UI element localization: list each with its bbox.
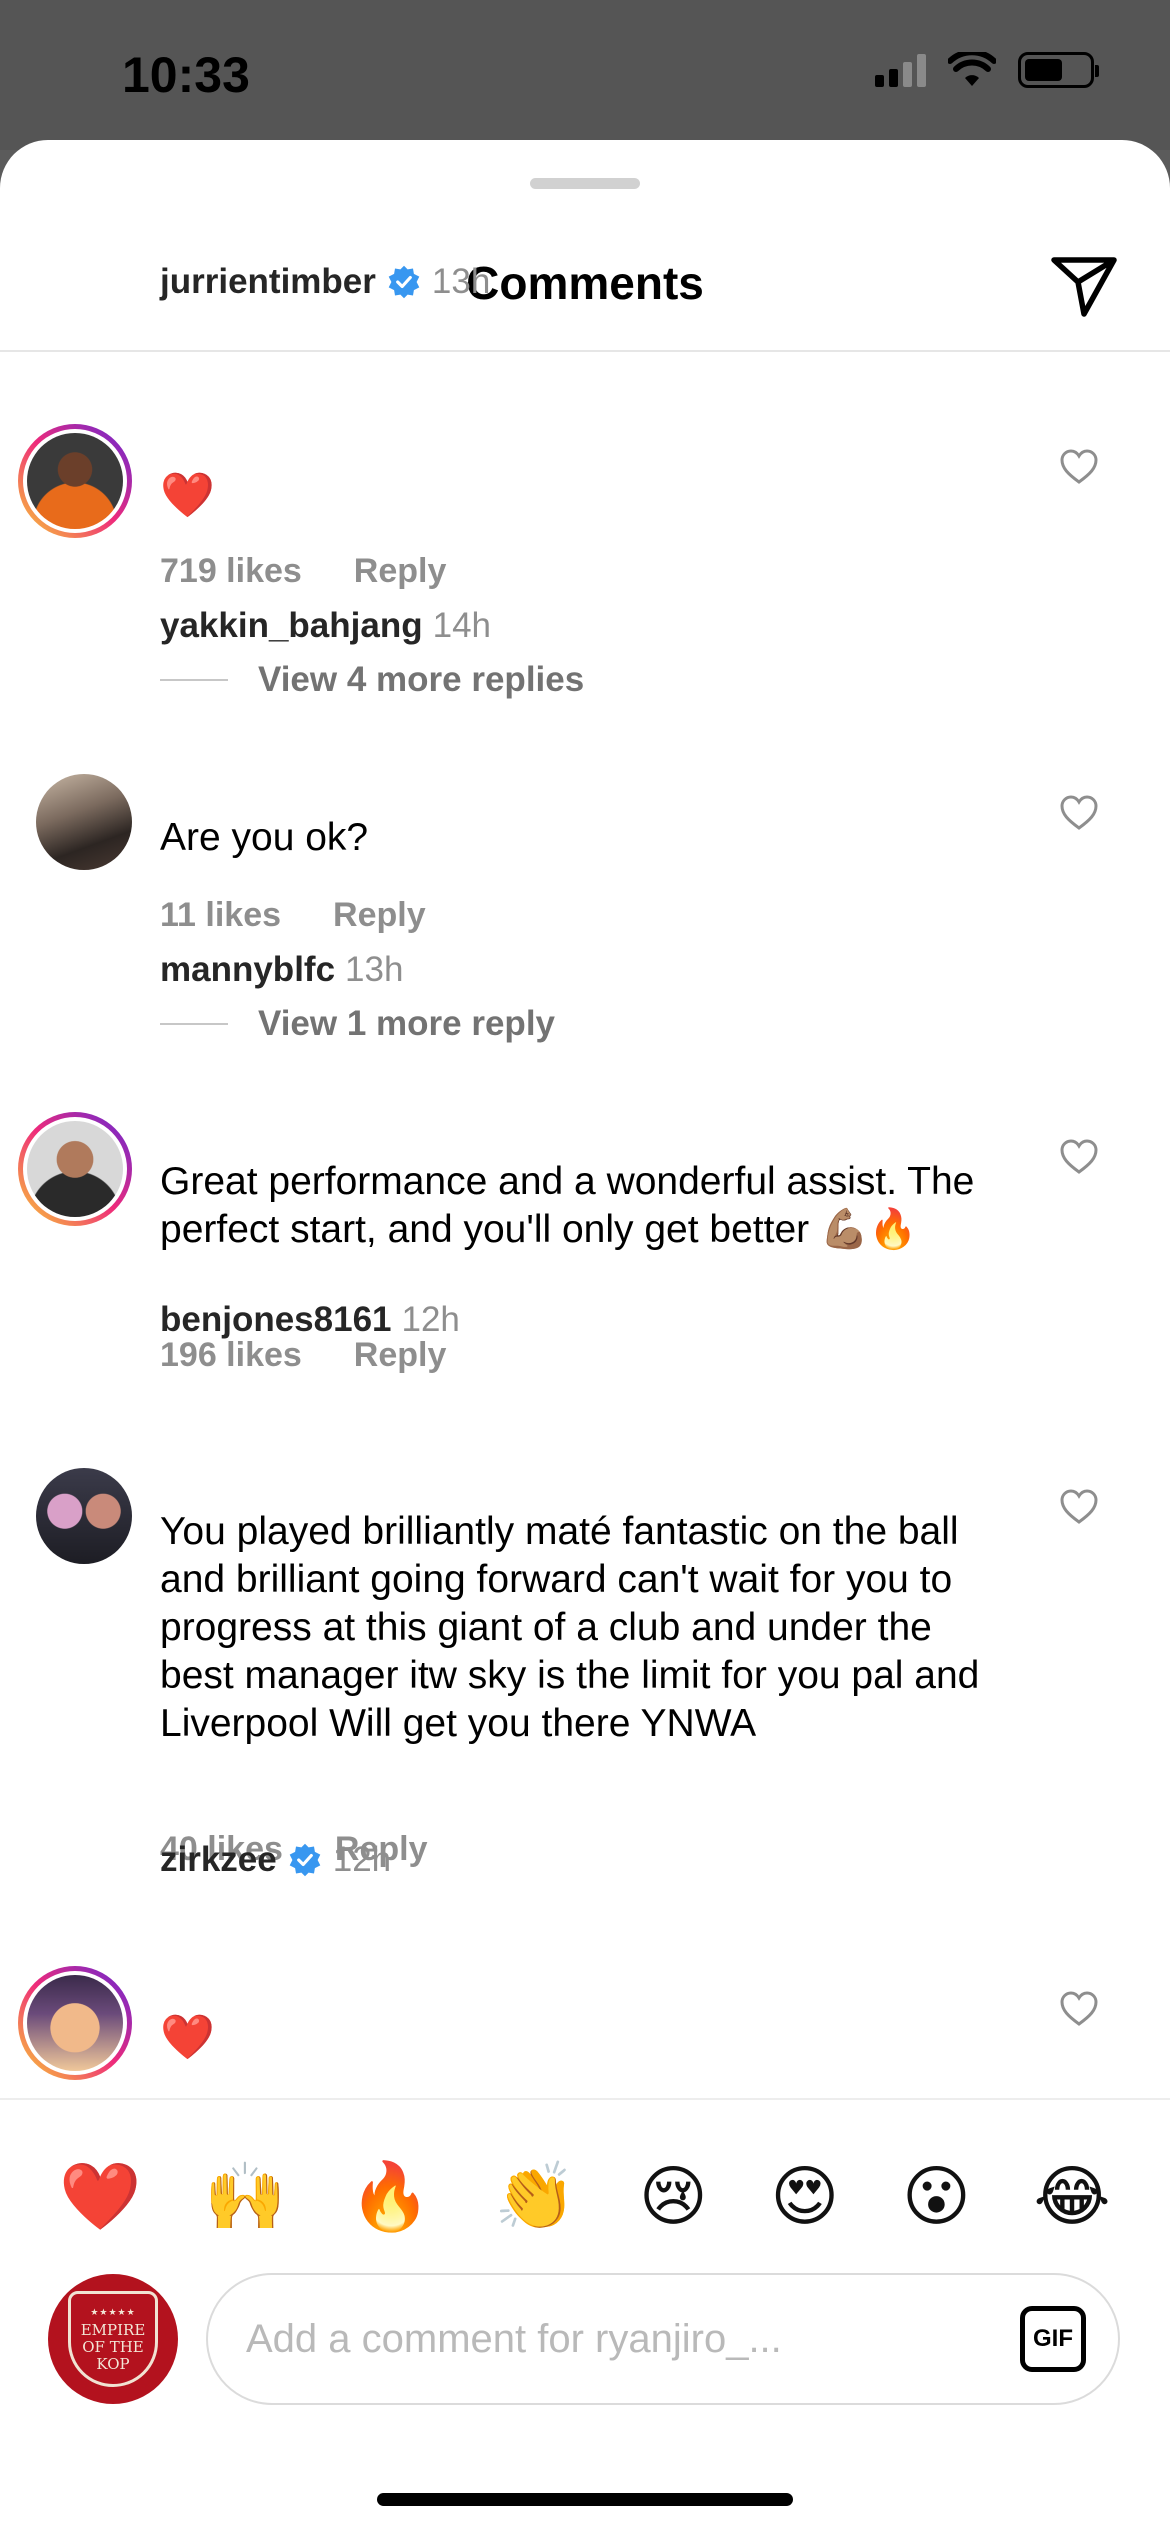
reaction-surprised[interactable]: 😮: [902, 2156, 971, 2236]
view-replies-label: View 4 more replies: [258, 660, 585, 699]
share-send-icon[interactable]: [1048, 248, 1120, 320]
comment-composer[interactable]: GIF: [206, 2273, 1120, 2405]
view-replies-button[interactable]: View 4 more replies: [160, 660, 584, 700]
reaction-divider: [0, 2098, 1170, 2100]
reaction-heart-eyes[interactable]: 😍: [770, 2156, 839, 2236]
avatar[interactable]: [18, 1966, 132, 2080]
reaction-fire[interactable]: 🔥: [349, 2156, 431, 2236]
comment-meta: 719 likes Reply: [160, 552, 446, 591]
divider-line: [160, 679, 228, 681]
avatar[interactable]: [18, 1112, 132, 1226]
comment-text: ❤️: [160, 471, 215, 520]
likes-count[interactable]: 11 likes: [160, 896, 281, 935]
cellular-signal-icon: [875, 53, 926, 87]
comment-text: Great performance and a wonderful assist…: [160, 1160, 975, 1251]
comment-input[interactable]: [246, 2316, 1020, 2362]
status-icons: [875, 52, 1099, 88]
heart-icon[interactable]: [1058, 1136, 1100, 1178]
reaction-raised-hands[interactable]: 🙌: [204, 2156, 286, 2236]
comment-time: 13h: [345, 950, 404, 989]
comment-time: 13h: [431, 262, 491, 301]
reaction-clap[interactable]: 👏: [494, 2156, 576, 2236]
username[interactable]: yakkin_bahjang: [160, 606, 423, 646]
avatar[interactable]: [18, 424, 132, 538]
reaction-crying[interactable]: 😢: [639, 2156, 708, 2236]
status-time: 10:33: [122, 47, 250, 103]
sheet-grabber[interactable]: [530, 178, 640, 189]
username[interactable]: zirkzee: [160, 1840, 277, 1880]
my-avatar[interactable]: ★★★★★ EMPIRE OF THE KOP: [48, 2274, 178, 2404]
comment-time: 12h: [401, 1300, 460, 1339]
battery-icon: [1018, 52, 1099, 88]
username[interactable]: benjones8161: [160, 1300, 392, 1340]
comment-header: benjones8161 12h: [160, 1300, 460, 1340]
comment-header: zirkzee 12h: [160, 1840, 391, 1880]
comment-header: jurrientimber 13h: [160, 262, 490, 302]
reply-button[interactable]: Reply: [354, 552, 447, 591]
home-indicator[interactable]: [377, 2493, 793, 2506]
heart-icon[interactable]: [1058, 446, 1100, 488]
likes-count[interactable]: 196 likes: [160, 1336, 302, 1375]
status-bar: 10:33: [0, 0, 1170, 150]
heart-icon[interactable]: [1058, 1988, 1100, 2030]
reaction-laughing[interactable]: 😂: [1033, 2156, 1110, 2236]
reply-button[interactable]: Reply: [354, 1336, 447, 1375]
empire-of-the-kop-logo: ★★★★★ EMPIRE OF THE KOP: [68, 2291, 158, 2387]
comment-header: mannyblfc 13h: [160, 950, 403, 990]
likes-count[interactable]: 719 likes: [160, 552, 302, 591]
comment-header: yakkin_bahjang 14h: [160, 606, 491, 646]
wifi-icon: [948, 52, 996, 86]
verified-badge-icon: [289, 1843, 321, 1877]
view-replies-button[interactable]: View 1 more reply: [160, 1004, 555, 1044]
reaction-heart[interactable]: ❤️: [59, 2156, 141, 2236]
view-replies-label: View 1 more reply: [258, 1004, 556, 1043]
divider-line: [160, 1023, 228, 1025]
comment-meta: 11 likes Reply: [160, 896, 426, 935]
avatar[interactable]: [36, 1468, 132, 1564]
comment-text: ❤️: [160, 2013, 215, 2062]
verified-badge-icon: [388, 265, 420, 299]
comment-time: 14h: [432, 606, 492, 645]
comments-sheet: Comments jurrientimber 13h ❤️ 719 likes …: [0, 140, 1170, 2532]
comment-text: Are you ok?: [160, 816, 369, 859]
quick-reactions: ❤️ 🙌 🔥 👏 😢 😍 😮 😂: [0, 2146, 1170, 2246]
avatar[interactable]: [36, 774, 132, 870]
heart-icon[interactable]: [1058, 792, 1100, 834]
username[interactable]: mannyblfc: [160, 950, 335, 990]
reply-button[interactable]: Reply: [333, 896, 426, 935]
gif-button[interactable]: GIF: [1020, 2306, 1086, 2372]
comment-meta: 196 likes Reply: [160, 1336, 446, 1375]
username[interactable]: jurrientimber: [160, 262, 376, 302]
heart-icon[interactable]: [1058, 1486, 1100, 1528]
comment-text: You played brilliantly maté fantastic on…: [160, 1510, 980, 1745]
header-divider: [0, 350, 1170, 352]
comment-time: 12h: [332, 1840, 392, 1879]
